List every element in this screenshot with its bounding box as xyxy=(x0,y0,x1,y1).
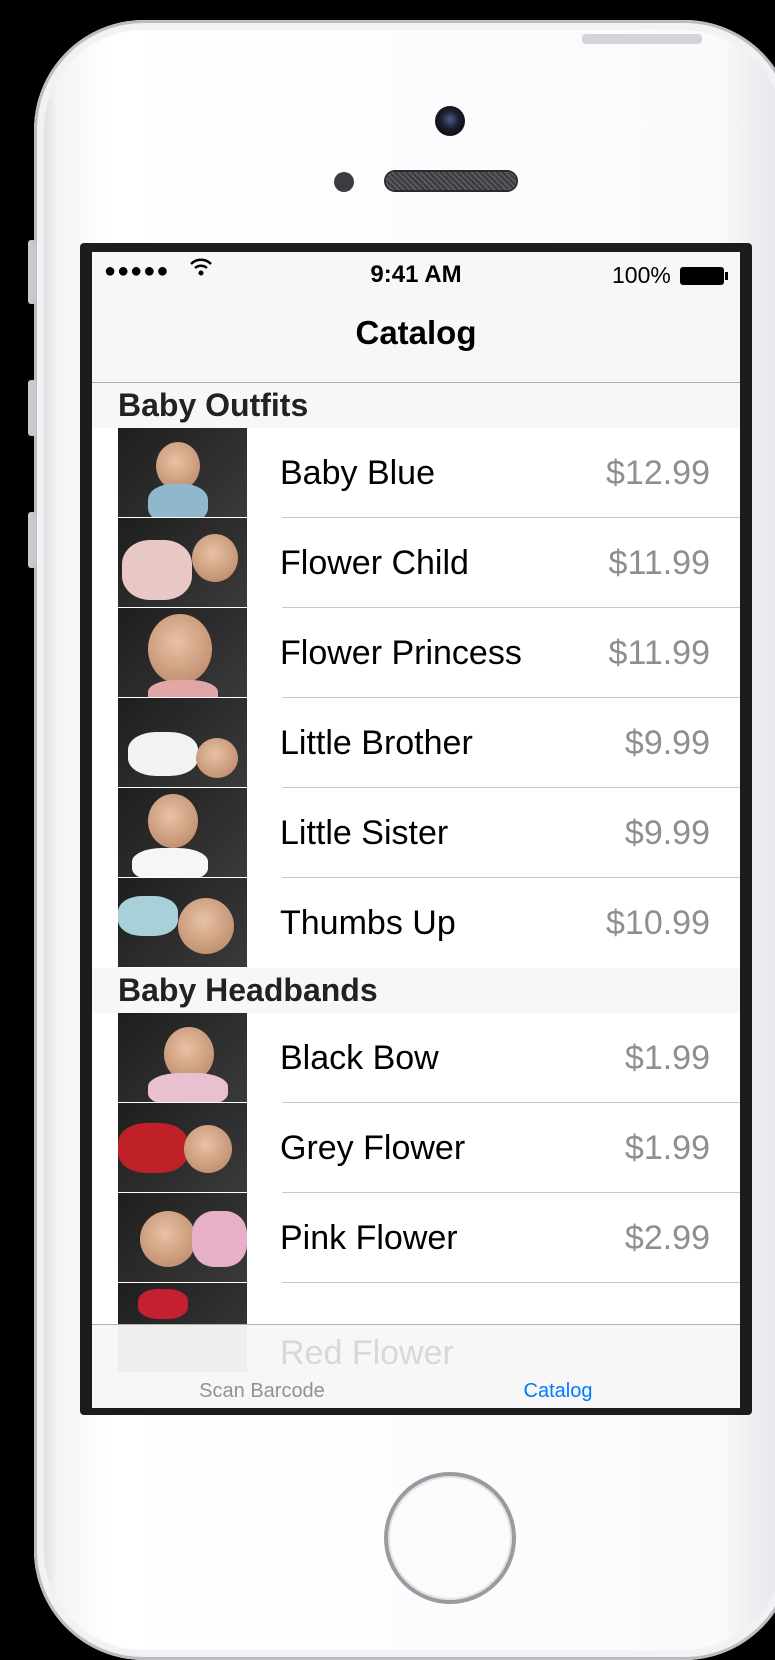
product-name: Flower Princess xyxy=(280,634,522,672)
navigation-bar: Catalog xyxy=(92,292,740,383)
home-button[interactable] xyxy=(384,1472,516,1604)
product-name: Pink Flower xyxy=(280,1219,458,1257)
battery-tip xyxy=(725,272,728,280)
product-name: Little Sister xyxy=(280,814,449,852)
proximity-sensor xyxy=(334,172,354,192)
product-thumbnail xyxy=(118,518,247,607)
front-camera xyxy=(435,106,465,136)
product-name: Thumbs Up xyxy=(280,904,456,942)
volume-down-button xyxy=(28,512,36,568)
volume-up-button xyxy=(28,380,36,436)
product-price: $9.99 xyxy=(624,814,710,852)
page-title: Catalog xyxy=(355,314,477,351)
table-row[interactable]: Flower Princess $11.99 xyxy=(92,608,740,698)
partial-row-name: Red Flower xyxy=(280,1334,454,1372)
table-row[interactable]: Little Brother $9.99 xyxy=(92,698,740,788)
product-price: $1.99 xyxy=(624,1129,710,1167)
tab-catalog[interactable]: Catalog xyxy=(458,1380,658,1403)
section-header-baby-outfits: Baby Outfits xyxy=(92,383,740,428)
table-row[interactable]: Pink Flower $2.99 xyxy=(92,1193,740,1283)
product-name: Little Brother xyxy=(280,724,473,762)
product-price: $11.99 xyxy=(608,544,710,582)
tab-scan-barcode[interactable]: Scan Barcode xyxy=(162,1380,362,1403)
product-price: $1.99 xyxy=(624,1039,710,1077)
mute-switch xyxy=(28,240,36,304)
table-row[interactable]: Black Bow $1.99 xyxy=(92,1013,740,1103)
product-name: Black Bow xyxy=(280,1039,439,1077)
table-row[interactable]: Thumbs Up $10.99 xyxy=(92,878,740,968)
table-row[interactable]: Baby Blue $12.99 xyxy=(92,428,740,518)
battery-percentage: 100% xyxy=(612,262,671,288)
power-button xyxy=(582,34,702,44)
earpiece-speaker xyxy=(386,172,516,190)
product-thumbnail xyxy=(118,788,247,877)
product-thumbnail xyxy=(118,428,247,517)
table-row[interactable]: Flower Child $11.99 xyxy=(92,518,740,608)
product-name: Baby Blue xyxy=(280,454,435,492)
app-screen: ●●●●● 9:41 AM 100% Catalog Baby Outfits … xyxy=(92,252,740,1408)
table-row[interactable]: Grey Flower $1.99 xyxy=(92,1103,740,1193)
section-header-baby-headbands: Baby Headbands xyxy=(92,968,740,1013)
product-name: Flower Child xyxy=(280,544,469,582)
product-name: Grey Flower xyxy=(280,1129,466,1167)
product-thumbnail xyxy=(118,1013,247,1102)
product-thumbnail xyxy=(118,698,247,787)
product-thumbnail xyxy=(118,1193,247,1282)
product-price: $2.99 xyxy=(624,1219,710,1257)
product-thumbnail xyxy=(118,878,247,967)
product-thumbnail xyxy=(118,1103,247,1192)
product-thumbnail xyxy=(118,608,247,697)
section-title: Baby Outfits xyxy=(118,387,309,423)
catalog-table[interactable]: Baby Outfits Baby Blue $12.99 Flower Chi… xyxy=(92,383,740,1373)
product-price: $9.99 xyxy=(624,724,710,762)
section-title: Baby Headbands xyxy=(118,972,378,1008)
product-price: $12.99 xyxy=(606,454,710,492)
product-price: $10.99 xyxy=(606,904,710,942)
status-bar: ●●●●● 9:41 AM 100% xyxy=(92,252,740,292)
table-row[interactable]: Little Sister $9.99 xyxy=(92,788,740,878)
battery-icon xyxy=(680,267,724,285)
product-price: $11.99 xyxy=(608,634,710,672)
